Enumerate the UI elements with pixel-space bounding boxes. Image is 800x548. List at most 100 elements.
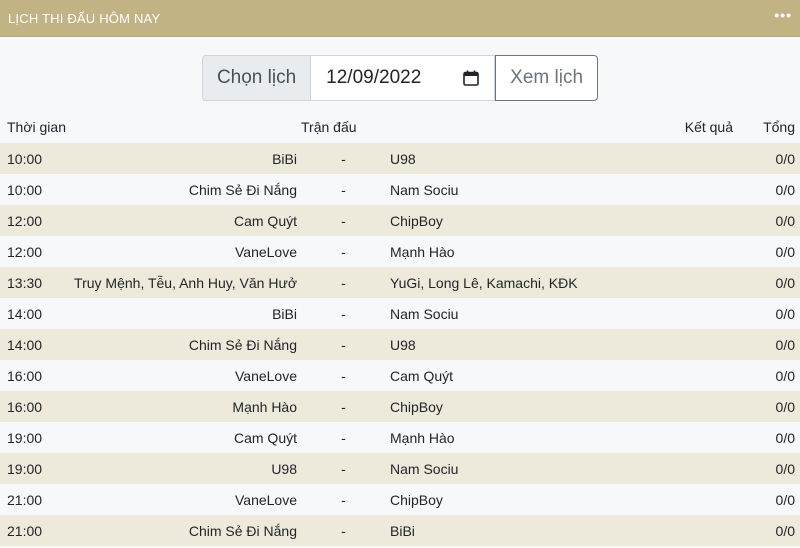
match-total: 0/0: [775, 429, 795, 446]
match-separator: -: [341, 398, 346, 415]
table-row[interactable]: 19:00 Cam Quýt - Mạnh Hào 0/0: [0, 422, 800, 453]
away-team: ChipBoy: [390, 491, 443, 508]
table-row[interactable]: 13:30 Truy Mệnh, Tễu, Anh Huy, Văn Hưở - Yu…: [0, 267, 800, 298]
match-separator: -: [341, 367, 346, 384]
match-result: [633, 205, 733, 236]
match-time: 14:00: [7, 336, 43, 353]
date-input-group: Chọn lịch 12/09/2022 Xem lịch: [201, 55, 599, 101]
match-separator: -: [341, 150, 346, 167]
match-separator: -: [341, 274, 346, 291]
table-row[interactable]: 14:00 Chim Sẻ Đi Nắng - U98 0/0: [0, 329, 800, 360]
match-time: 14:00: [7, 305, 43, 322]
match-result: [633, 267, 733, 298]
view-schedule-button[interactable]: Xem lịch: [495, 55, 599, 101]
table-row[interactable]: 16:00 Mạnh Hào - ChipBoy 0/0: [0, 391, 800, 422]
date-value: 12/09/2022: [326, 67, 422, 88]
match-result: [633, 298, 733, 329]
header-total: Tổng: [763, 119, 795, 135]
match-separator: -: [341, 181, 346, 198]
home-team: BiBi: [272, 150, 297, 167]
schedule-rows: 10:00 BiBi - U98 0/0 10:00 Chim Sẻ Đi Nắng - Nam…: [0, 143, 800, 546]
match-time: 10:00: [7, 181, 43, 198]
away-team: YuGi, Long Lê, Kamachi, KĐK: [390, 274, 578, 291]
match-total: 0/0: [775, 212, 795, 229]
match-total: 0/0: [775, 367, 795, 384]
away-team: U98: [390, 150, 416, 167]
table-row[interactable]: 21:00 VaneLove - ChipBoy 0/0: [0, 484, 800, 515]
match-result: [633, 391, 733, 422]
table-row[interactable]: 10:00 Chim Sẻ Đi Nắng - Nam Sociu 0/0: [0, 174, 800, 205]
table-row[interactable]: 12:00 VaneLove - Mạnh Hào 0/0: [0, 236, 800, 267]
match-separator: -: [341, 491, 346, 508]
match-time: 19:00: [7, 460, 43, 477]
header-time: Thời gian: [7, 119, 66, 135]
match-result: [633, 484, 733, 515]
home-team: VaneLove: [234, 367, 297, 384]
match-separator: -: [341, 305, 346, 322]
match-time: 13:30: [7, 274, 43, 291]
table-row[interactable]: 12:00 Cam Quýt - ChipBoy 0/0: [0, 205, 800, 236]
away-team: ChipBoy: [390, 398, 443, 415]
home-team: Chim Sẻ Đi Nắng: [188, 181, 297, 198]
header-title: LỊCH THI ĐẤU HÔM NAY: [8, 10, 161, 26]
match-result: [633, 515, 733, 546]
home-team: Cam Quýt: [233, 212, 297, 229]
match-time: 19:00: [7, 429, 43, 446]
match-separator: -: [341, 522, 346, 539]
table-header-row: Thời gian Trận đấu Kết quả Tổng: [0, 119, 800, 143]
match-total: 0/0: [775, 274, 795, 291]
match-total: 0/0: [775, 336, 795, 353]
match-result: [633, 422, 733, 453]
more-horizontal-icon[interactable]: •••: [774, 8, 792, 28]
match-time: 21:00: [7, 491, 43, 508]
match-result: [633, 360, 733, 391]
date-controls: Chọn lịch 12/09/2022 Xem lịch: [0, 37, 800, 119]
match-total: 0/0: [775, 460, 795, 477]
match-separator: -: [341, 460, 346, 477]
home-team: Cam Quýt: [233, 429, 297, 446]
table-row[interactable]: 21:00 Chim Sẻ Đi Nắng - BiBi 0/0: [0, 515, 800, 546]
table-row[interactable]: 16:00 VaneLove - Cam Quýt 0/0: [0, 360, 800, 391]
calendar-icon[interactable]: [462, 69, 480, 87]
match-total: 0/0: [775, 243, 795, 260]
away-team: BiBi: [390, 522, 415, 539]
home-team: Mạnh Hào: [232, 398, 297, 415]
home-team: Truy Mệnh, Tễu, Anh Huy, Văn Hưở: [74, 274, 297, 291]
home-team: BiBi: [272, 305, 297, 322]
schedule-header: LỊCH THI ĐẤU HÔM NAY •••: [0, 0, 800, 37]
table-row[interactable]: 14:00 BiBi - Nam Sociu 0/0: [0, 298, 800, 329]
table-row[interactable]: 19:00 U98 - Nam Sociu 0/0: [0, 453, 800, 484]
match-time: 16:00: [7, 367, 43, 384]
match-total: 0/0: [775, 150, 795, 167]
date-field[interactable]: 12/09/2022: [310, 55, 496, 101]
match-result: [633, 143, 733, 174]
away-team: ChipBoy: [390, 212, 443, 229]
match-result: [633, 329, 733, 360]
header-result: Kết quả: [684, 119, 733, 135]
away-team: Mạnh Hào: [390, 243, 455, 260]
away-team: Cam Quýt: [390, 367, 454, 384]
match-time: 16:00: [7, 398, 43, 415]
away-team: Nam Sociu: [390, 181, 459, 198]
home-team: VaneLove: [234, 243, 297, 260]
match-separator: -: [341, 212, 346, 229]
match-total: 0/0: [775, 305, 795, 322]
match-result: [633, 236, 733, 267]
table-row[interactable]: 10:00 BiBi - U98 0/0: [0, 143, 800, 174]
home-team: Chim Sẻ Đi Nắng: [188, 522, 297, 539]
match-time: 10:00: [7, 150, 43, 167]
match-time: 12:00: [7, 243, 43, 260]
match-total: 0/0: [775, 491, 795, 508]
match-separator: -: [341, 243, 346, 260]
match-separator: -: [341, 429, 346, 446]
header-match: Trận đấu: [301, 119, 357, 135]
schedule-table: Thời gian Trận đấu Kết quả Tổng 10:00 BiB…: [0, 119, 800, 546]
match-time: 21:00: [7, 522, 43, 539]
home-team: Chim Sẻ Đi Nắng: [188, 336, 297, 353]
match-result: [633, 174, 733, 205]
away-team: Mạnh Hào: [390, 429, 455, 446]
date-addon-label: Chọn lịch: [201, 55, 311, 101]
match-time: 12:00: [7, 212, 43, 229]
match-total: 0/0: [775, 398, 795, 415]
match-total: 0/0: [775, 181, 795, 198]
